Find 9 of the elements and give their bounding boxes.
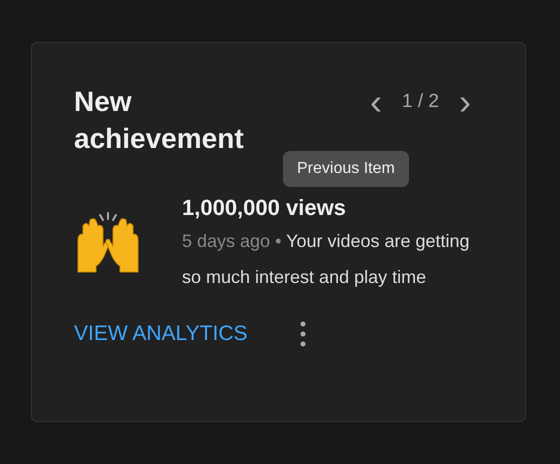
previous-button[interactable]: ‹ — [364, 87, 388, 117]
achievement-description: 5 days ago • Your videos are getting so much interest and play time — [182, 230, 471, 289]
card-title: New achievement — [74, 85, 245, 156]
page-counter: 1 / 2 — [402, 91, 439, 113]
more-icon — [300, 321, 306, 347]
next-button[interactable]: › — [453, 87, 477, 117]
tooltip: Previous Item — [283, 151, 409, 187]
view-analytics-link[interactable]: VIEW ANALYTICS — [74, 322, 248, 346]
achievement-heading: 1,000,000 views — [182, 194, 347, 222]
